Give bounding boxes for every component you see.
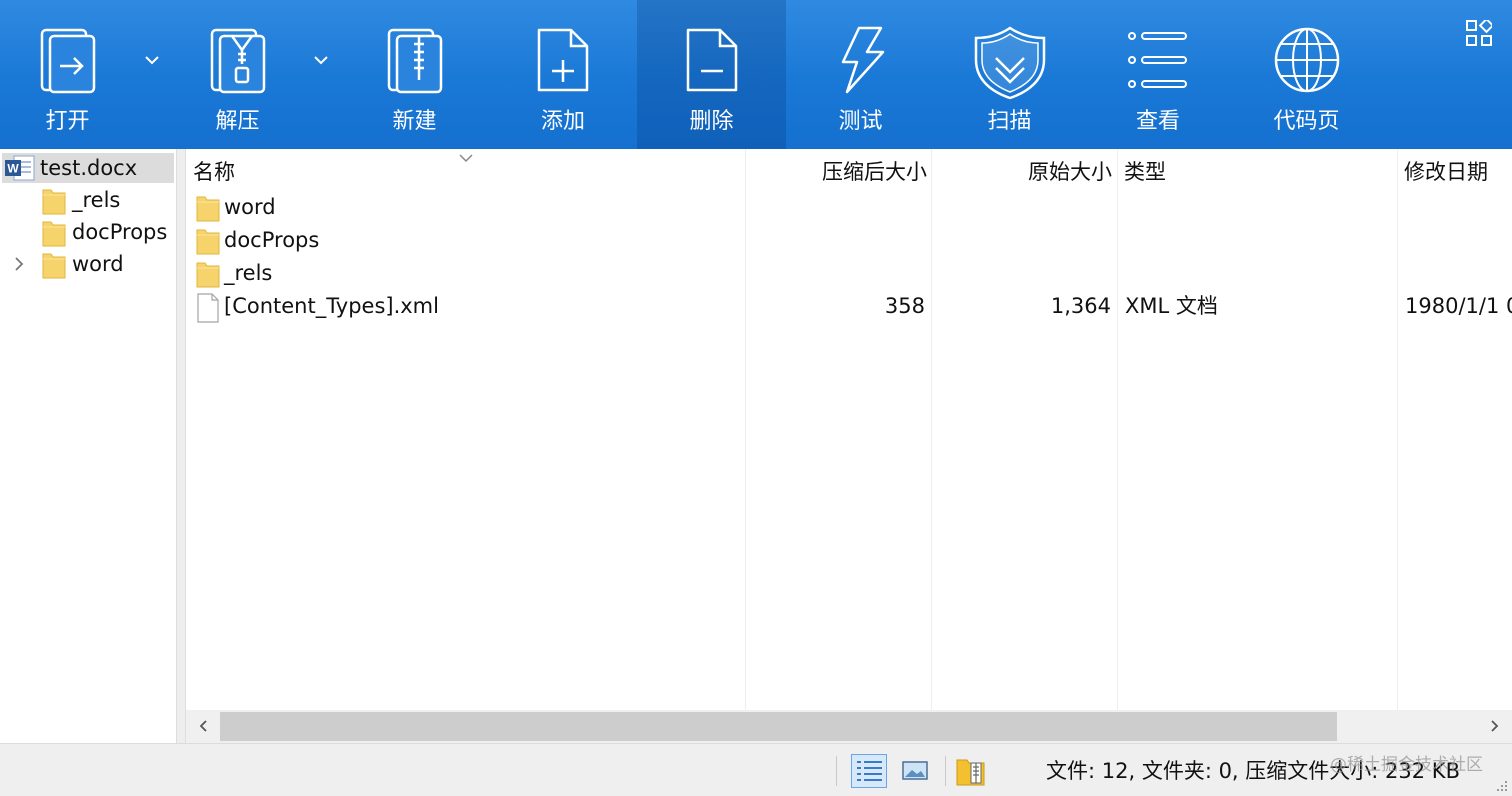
thumbnail-view-button[interactable] [897, 754, 933, 788]
open-dropdown-chevron-icon[interactable] [142, 50, 162, 70]
add-file-icon [537, 28, 589, 92]
row-name: [Content_Types].xml [224, 294, 439, 318]
extract-dropdown-chevron-icon[interactable] [311, 50, 331, 70]
word-document-icon: W [5, 155, 35, 181]
scan-label: 扫描 [987, 109, 1032, 134]
codepage-button[interactable]: 代码页 [1232, 0, 1381, 149]
folder-icon [196, 229, 220, 255]
resize-grip-icon[interactable] [1494, 778, 1508, 792]
details-view-icon [857, 761, 882, 781]
column-header-name[interactable]: 名称 [193, 159, 235, 185]
row-modified: 1980/1/1 0 [1405, 294, 1512, 318]
open-button[interactable]: 打开 [0, 0, 135, 149]
archive-info-button[interactable] [954, 754, 990, 788]
folder-icon [196, 196, 220, 222]
view-label: 查看 [1135, 109, 1180, 134]
test-label: 测试 [838, 109, 883, 134]
folder-icon [42, 221, 66, 247]
delete-file-icon [686, 28, 737, 92]
row-name: _rels [224, 261, 273, 285]
add-label: 添加 [540, 109, 585, 134]
column-header-modified[interactable]: 修改日期 [1404, 159, 1488, 185]
delete-button[interactable]: 删除 [637, 0, 786, 149]
status-separator [945, 756, 946, 786]
toolbar: 打开 解压 新建 添加 删除 测试 扫描 查看 代码页 [0, 0, 1512, 149]
image-view-icon [902, 761, 928, 780]
open-label: 打开 [45, 109, 90, 134]
scan-button[interactable]: 扫描 [935, 0, 1084, 149]
tree-item-word[interactable]: word [42, 249, 176, 279]
column-header-packed-size[interactable]: 压缩后大小 [822, 159, 927, 185]
scroll-left-arrow-icon[interactable] [196, 718, 212, 734]
extract-icon [210, 28, 265, 94]
folder-icon [42, 253, 66, 279]
row-name: word [224, 195, 276, 219]
lightning-icon [841, 26, 884, 94]
status-separator [836, 756, 837, 786]
file-list: 名称 压缩后大小 原始大小 类型 修改日期 word docProps _rel… [186, 149, 1512, 710]
new-archive-icon [387, 28, 442, 94]
delete-label: 删除 [689, 109, 734, 134]
tree-item-label: word [72, 252, 124, 276]
row-original-size: 1,364 [1050, 294, 1111, 318]
column-header-type[interactable]: 类型 [1124, 159, 1166, 185]
extract-label: 解压 [215, 109, 260, 134]
row-type: XML 文档 [1125, 294, 1218, 318]
scroll-right-arrow-icon[interactable] [1486, 718, 1502, 734]
open-icon [40, 28, 95, 94]
list-row-folder[interactable]: docProps [194, 223, 1512, 255]
view-button[interactable]: 查看 [1084, 0, 1232, 149]
tree-item-label: _rels [72, 188, 121, 212]
scrollbar-thumb[interactable] [220, 712, 1337, 741]
tree-item-rels[interactable]: _rels [42, 185, 176, 215]
folder-tree: W test.docx _rels docProps word [0, 149, 176, 745]
new-archive-button[interactable]: 新建 [340, 0, 489, 149]
new-archive-label: 新建 [392, 109, 437, 134]
list-view-icon [1128, 32, 1187, 88]
window-layout-icon[interactable] [1466, 20, 1492, 46]
status-bar: 文件: 12, 文件夹: 0, 压缩文件大小: 232 KB @稀土掘金技术社区 [0, 743, 1512, 796]
tree-root-label: test.docx [40, 156, 138, 180]
extract-button[interactable]: 解压 [170, 0, 305, 149]
svg-text:W: W [7, 162, 19, 176]
folder-icon [196, 262, 220, 288]
row-packed-size: 358 [884, 294, 925, 318]
tree-item-docprops[interactable]: docProps [42, 217, 176, 247]
file-icon [197, 293, 219, 323]
sort-descending-icon [459, 154, 473, 163]
horizontal-scrollbar[interactable] [186, 710, 1512, 743]
list-row-folder[interactable]: _rels [194, 256, 1512, 288]
test-button[interactable]: 测试 [786, 0, 935, 149]
list-row-folder[interactable]: word [194, 190, 1512, 222]
tree-root-item[interactable]: W test.docx [2, 153, 174, 183]
row-name: docProps [224, 228, 320, 252]
expand-chevron-icon[interactable] [10, 255, 28, 273]
details-view-button[interactable] [851, 754, 887, 788]
watermark: @稀土掘金技术社区 [1330, 755, 1483, 775]
shield-icon [974, 26, 1045, 100]
column-header-original-size[interactable]: 原始大小 [1028, 159, 1112, 185]
tree-item-label: docProps [72, 220, 168, 244]
folder-icon [42, 189, 66, 215]
globe-icon [1274, 27, 1339, 93]
pane-splitter[interactable] [176, 149, 186, 745]
list-row-file[interactable]: [Content_Types].xml 358 1,364 XML 文档 198… [194, 289, 1512, 323]
codepage-label: 代码页 [1273, 109, 1340, 134]
archive-folder-icon [956, 759, 985, 786]
add-button[interactable]: 添加 [489, 0, 637, 149]
